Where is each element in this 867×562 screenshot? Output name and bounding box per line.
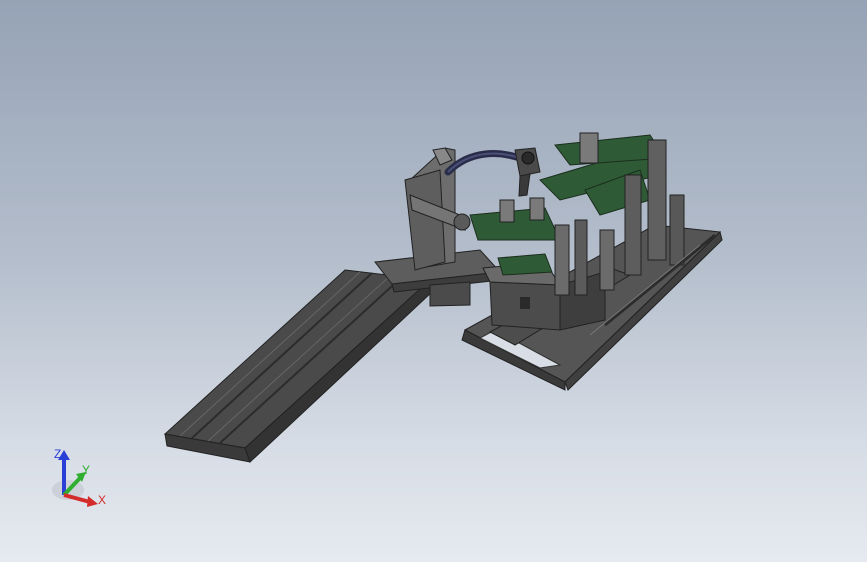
axis-triad: Z Y X	[52, 447, 106, 507]
cad-viewport[interactable]: Z Y X	[0, 0, 867, 562]
x-axis-label: X	[98, 493, 106, 507]
x-arrowhead-icon	[87, 496, 98, 507]
robot-tool-head[interactable]	[514, 147, 541, 197]
machine-model[interactable]	[0, 0, 867, 562]
z-axis-label: Z	[54, 447, 61, 461]
conveyor-bed[interactable]	[163, 269, 433, 463]
robot-hose	[444, 150, 529, 176]
y-axis-label: Y	[82, 463, 90, 477]
